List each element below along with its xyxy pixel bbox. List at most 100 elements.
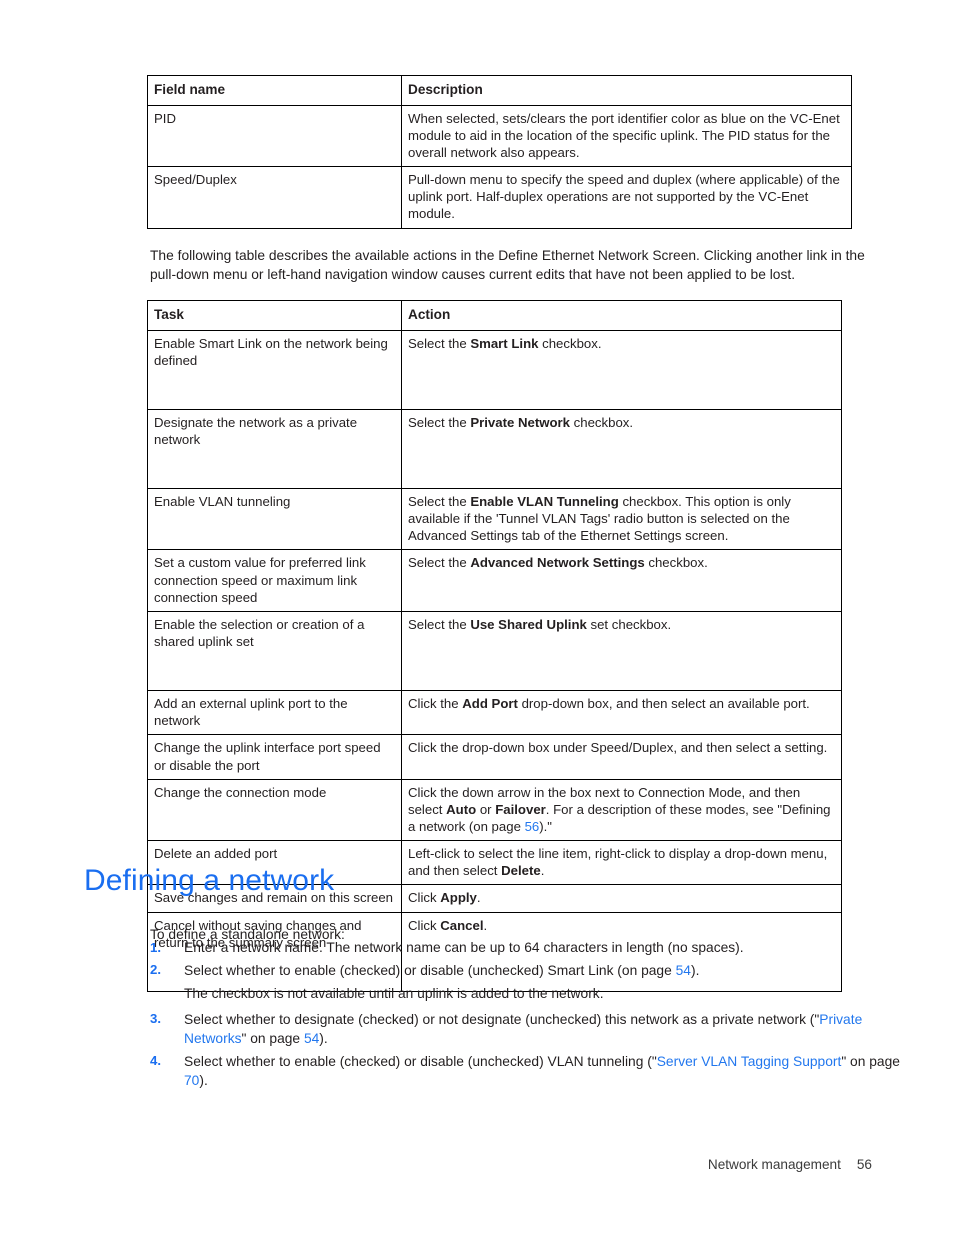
action-text-tail: set checkbox. <box>586 616 672 632</box>
cell-spacer <box>408 431 835 483</box>
step-text-pre: Select whether to enable (checked) or di… <box>184 962 676 978</box>
action-text-tail: . <box>540 863 545 879</box>
cell-action: Select the Use Shared Uplink set checkbo… <box>401 610 842 692</box>
step-text-post: ). <box>690 962 700 978</box>
footer-page-number: 56 <box>856 1157 872 1172</box>
cell-description: When selected, sets/clears the port iden… <box>401 104 852 168</box>
step-text: Select whether to enable (checked) or di… <box>184 1052 910 1091</box>
cell-field-name: PID <box>147 104 402 168</box>
cell-action: Click the Add Port drop-down box, and th… <box>401 690 842 736</box>
action-text: Click the drop-down box under Speed/Dupl… <box>408 740 828 756</box>
table-header-row: Field name Description <box>147 75 852 106</box>
page-reference-link[interactable]: 54 <box>304 1031 319 1046</box>
column-header-action: Action <box>401 300 842 331</box>
table-row: PID When selected, sets/clears the port … <box>147 104 852 168</box>
step-text: Enter a network name. The network name c… <box>184 940 744 955</box>
action-emphasis: Apply <box>440 890 477 906</box>
document-page: Field name Description PID When selected… <box>0 0 954 1235</box>
action-emphasis: Enable VLAN Tunneling <box>470 493 619 509</box>
list-item: 4. Select whether to enable (checked) or… <box>150 1052 910 1091</box>
column-header-field-name: Field name <box>147 75 402 106</box>
cell-task: Enable VLAN tunneling <box>147 487 402 551</box>
action-text-tail: . <box>476 890 481 906</box>
cell-action: Select the Enable VLAN Tunneling checkbo… <box>401 487 842 551</box>
action-text-tail: checkbox. <box>538 335 602 351</box>
action-text: Select the <box>408 335 471 351</box>
column-header-task: Task <box>147 300 402 331</box>
list-item: 1. Enter a network name. The network nam… <box>150 938 910 958</box>
cell-action: Click the down arrow in the box next to … <box>401 778 842 842</box>
field-description-table: Field name Description PID When selected… <box>147 75 852 229</box>
action-emphasis-failover: Failover <box>495 801 546 817</box>
cell-task: Designate the network as a private netwo… <box>147 408 402 489</box>
action-emphasis: Use Shared Uplink <box>470 616 587 632</box>
step-number: 4. <box>150 1053 161 1069</box>
table-header-row: Task Action <box>147 300 842 331</box>
step-number: 3. <box>150 1011 161 1027</box>
page-reference-link[interactable]: 70 <box>184 1073 199 1088</box>
column-header-description: Description <box>401 75 852 106</box>
cell-task: Change the uplink interface port speed o… <box>147 734 402 780</box>
action-text: Select the <box>408 555 471 571</box>
action-emphasis: Add Port <box>462 696 518 712</box>
table-row: Set a custom value for preferred link co… <box>147 549 842 612</box>
table-row: Speed/Duplex Pull-down menu to specify t… <box>147 166 852 229</box>
action-text-tail: checkbox. <box>644 555 708 571</box>
table-row: Enable the selection or creation of a sh… <box>147 610 842 692</box>
page-footer: Network management 56 <box>0 1157 872 1172</box>
step-text-mid: " on page <box>841 1053 900 1069</box>
cell-action: Select the Smart Link checkbox. <box>401 329 842 410</box>
action-text: Select the <box>408 493 471 509</box>
cell-field-name: Speed/Duplex <box>147 166 402 229</box>
cell-task: Enable Smart Link on the network being d… <box>147 329 402 410</box>
action-text-mid: or <box>476 801 496 817</box>
table-row: Designate the network as a private netwo… <box>147 408 842 489</box>
cell-action: Left-click to select the line item, righ… <box>401 840 842 886</box>
steps-list: 1. Enter a network name. The network nam… <box>150 938 910 1094</box>
intro-paragraph: The following table describes the availa… <box>150 247 865 282</box>
page-title: Defining a network <box>84 864 335 897</box>
cell-task: Enable the selection or creation of a sh… <box>147 610 402 692</box>
step-note: The checkbox is not available until an u… <box>184 986 604 1002</box>
page-reference-link[interactable]: 54 <box>676 963 691 978</box>
cell-action: Click the drop-down box under Speed/Dupl… <box>401 734 842 780</box>
action-text: Click <box>408 890 441 906</box>
action-text: Select the <box>408 616 471 632</box>
table-row: Change the connection mode Click the dow… <box>147 778 842 842</box>
cell-task: Change the connection mode <box>147 778 402 842</box>
server-vlan-tagging-support-link[interactable]: Server VLAN Tagging Support <box>657 1054 842 1069</box>
table-row: Add an external uplink port to the netwo… <box>147 690 842 736</box>
action-emphasis: Smart Link <box>470 335 539 351</box>
step-number: 2. <box>150 962 161 978</box>
cell-spacer <box>408 352 835 404</box>
step-text-post: ). <box>319 1031 328 1047</box>
step-number: 1. <box>150 939 161 955</box>
step-text-pre: Select whether to designate (checked) or… <box>184 1011 820 1027</box>
step-text-pre: Select whether to enable (checked) or di… <box>184 1053 657 1069</box>
step-text-post: ). <box>199 1073 208 1089</box>
cell-task: Set a custom value for preferred link co… <box>147 549 402 612</box>
cell-spacer <box>408 633 835 685</box>
action-text: Left-click to select the line item, righ… <box>408 846 828 879</box>
step-text: Select whether to enable (checked) or di… <box>184 961 910 981</box>
action-emphasis: Private Network <box>470 414 570 430</box>
action-emphasis-auto: Auto <box>446 801 477 817</box>
action-text: Click the <box>408 696 463 712</box>
cell-action: Select the Advanced Network Settings che… <box>401 549 842 612</box>
action-text: Select the <box>408 414 471 430</box>
page-reference-link[interactable]: 56 <box>525 819 540 834</box>
cell-task: Add an external uplink port to the netwo… <box>147 690 402 736</box>
footer-section-label: Network management <box>707 1157 841 1172</box>
list-item: 2. Select whether to enable (checked) or… <box>150 961 910 981</box>
table-row: Enable Smart Link on the network being d… <box>147 329 842 410</box>
cell-action: Click Apply. <box>401 884 842 913</box>
action-text-end: )." <box>539 819 552 835</box>
action-emphasis: Advanced Network Settings <box>470 555 645 571</box>
cell-action: Select the Private Network checkbox. <box>401 408 842 489</box>
action-text-tail: drop-down box, and then select an availa… <box>517 696 810 712</box>
action-text-tail: checkbox. <box>570 414 634 430</box>
table-row: Change the uplink interface port speed o… <box>147 734 842 780</box>
step-text-mid: " on page <box>241 1031 304 1047</box>
cell-description: Pull-down menu to specify the speed and … <box>401 166 852 229</box>
action-emphasis: Delete <box>501 863 541 879</box>
